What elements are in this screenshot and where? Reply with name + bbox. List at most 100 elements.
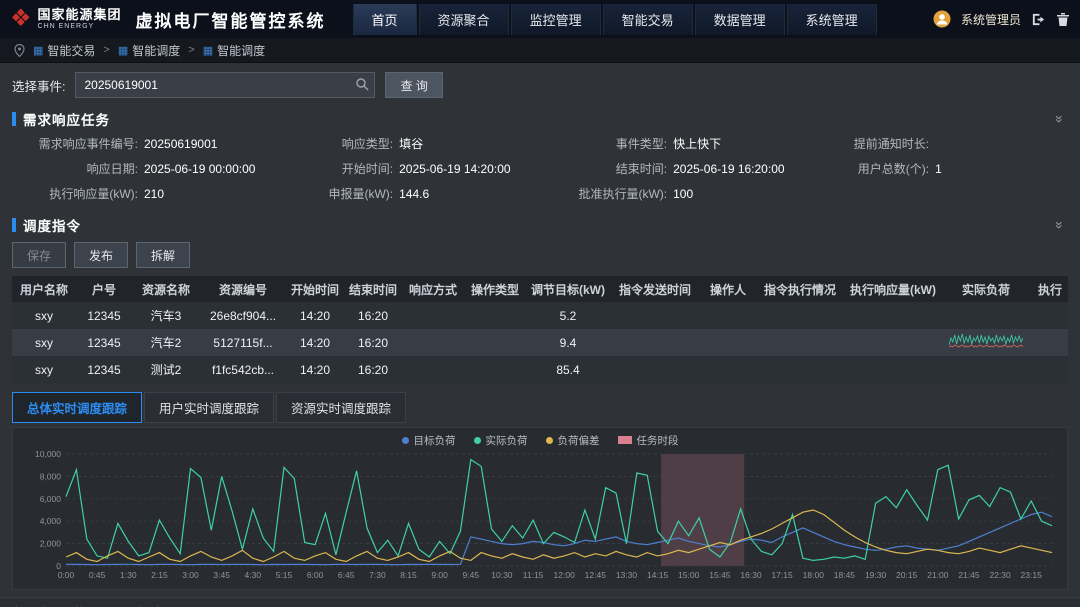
svg-text:20:15: 20:15 — [896, 570, 918, 580]
svg-text:2,000: 2,000 — [40, 539, 62, 549]
table-cell: 85.4 — [526, 363, 610, 377]
event-select-label: 选择事件: — [12, 76, 65, 95]
demand-field — [825, 182, 1068, 205]
svg-text:15:45: 15:45 — [709, 570, 731, 580]
module-grid-icon: ▦ — [33, 44, 43, 57]
table-cell: 汽车3 — [132, 307, 200, 324]
svg-text:18:45: 18:45 — [834, 570, 856, 580]
breadcrumb-separator: > — [103, 44, 109, 56]
nav-item-5[interactable]: 数据管理 — [695, 4, 785, 35]
svg-text:8,000: 8,000 — [40, 471, 62, 481]
svg-text:1:30: 1:30 — [120, 570, 137, 580]
field-label: 响应日期: — [12, 160, 138, 177]
breadcrumb: ▦智能交易 > ▦智能调度 > ▦智能调度 — [33, 42, 265, 59]
field-value: 快上快下 — [673, 135, 721, 152]
tab-3[interactable]: 资源实时调度跟踪 — [276, 392, 406, 423]
legend-item[interactable]: 任务时段 — [618, 433, 679, 448]
svg-text:13:30: 13:30 — [616, 570, 638, 580]
svg-text:6,000: 6,000 — [40, 494, 62, 504]
top-header: ❖ 国家能源集团 CHN ENERGY 虚拟电厂智能管控系统 首页资源聚合监控管… — [0, 0, 1080, 38]
nav-item-4[interactable]: 智能交易 — [603, 4, 693, 35]
dispatch-section-header: 调度指令 » — [12, 214, 1068, 236]
svg-text:10,000: 10,000 — [35, 449, 61, 459]
column-header: 户号 — [76, 281, 132, 298]
table-row[interactable]: sxy12345汽车25127115f...14:2016:209.4 — [12, 329, 1068, 356]
logout-icon[interactable] — [1031, 12, 1046, 27]
nav-item-1[interactable]: 首页 — [353, 4, 417, 35]
demand-field: 需求响应事件编号:20250619001 — [12, 132, 297, 155]
field-value: 100 — [673, 187, 693, 201]
svg-text:9:00: 9:00 — [431, 570, 448, 580]
legend-item[interactable]: 实际负荷 — [474, 433, 528, 448]
nav-item-2[interactable]: 资源聚合 — [419, 4, 509, 35]
query-row: 选择事件: 查 询 — [12, 71, 1068, 99]
demand-field: 结束时间:2025-06-19 16:20:00 — [561, 157, 825, 180]
collapse-demand-icon[interactable]: » — [1052, 115, 1068, 123]
nav-item-6[interactable]: 系统管理 — [787, 4, 877, 35]
search-icon[interactable] — [355, 77, 369, 96]
table-cell: 14:20 — [286, 363, 344, 377]
field-label: 执行响应量(kW): — [12, 185, 138, 202]
legend-item[interactable]: 负荷偏差 — [546, 433, 600, 448]
nav-item-3[interactable]: 监控管理 — [511, 4, 601, 35]
svg-text:15:00: 15:00 — [678, 570, 700, 580]
username-label: 系统管理员 — [961, 11, 1021, 28]
breadcrumb-item[interactable]: ▦智能调度 — [203, 42, 265, 59]
breadcrumb-item[interactable]: ▦智能交易 — [33, 42, 95, 59]
svg-text:5:15: 5:15 — [276, 570, 293, 580]
legend-item[interactable]: 目标负荷 — [402, 433, 456, 448]
location-pin-icon — [14, 44, 25, 57]
event-select-input[interactable] — [75, 72, 375, 98]
app-root: ❖ 国家能源集团 CHN ENERGY 虚拟电厂智能管控系统 首页资源聚合监控管… — [0, 0, 1080, 607]
demand-section-header: 需求响应任务 » — [12, 108, 1068, 130]
table-cell: f1fc542cb... — [200, 363, 286, 377]
svg-text:3:00: 3:00 — [182, 570, 199, 580]
field-label: 申报量(kW): — [297, 185, 393, 202]
breadcrumb-item[interactable]: ▦智能调度 — [118, 42, 180, 59]
table-cell — [942, 332, 1030, 353]
demand-field: 开始时间:2025-06-19 14:20:00 — [297, 157, 561, 180]
column-header: 实际负荷 — [942, 281, 1030, 298]
company-logo-icon: ❖ — [10, 7, 32, 31]
table-cell: 12345 — [76, 336, 132, 350]
table-header-row: 用户名称户号资源名称资源编号开始时间结束时间响应方式操作类型调节目标(kW)指令… — [12, 276, 1068, 302]
svg-text:21:45: 21:45 — [958, 570, 980, 580]
table-cell: 12345 — [76, 309, 132, 323]
table-cell: sxy — [12, 336, 76, 350]
demand-section-title: 需求响应任务 — [23, 109, 110, 129]
table-row[interactable]: sxy12345测试2f1fc542cb...14:2016:2085.4 — [12, 356, 1068, 383]
company-name: 国家能源集团 CHN ENERGY — [38, 8, 122, 30]
field-label: 批准执行量(kW): — [561, 185, 667, 202]
table-row[interactable]: sxy12345汽车326e8cf904...14:2016:205.2 — [12, 302, 1068, 329]
collapse-dispatch-icon[interactable]: » — [1052, 221, 1068, 229]
query-button[interactable]: 查 询 — [385, 72, 442, 98]
column-header: 执行 — [1030, 281, 1070, 298]
company-name-en: CHN ENERGY — [38, 23, 122, 30]
svg-text:4,000: 4,000 — [40, 516, 62, 526]
user-area: 系统管理员 — [933, 10, 1070, 28]
tracking-tabs: 总体实时调度跟踪用户实时调度跟踪资源实时调度跟踪 — [12, 392, 1068, 423]
svg-text:10:30: 10:30 — [491, 570, 513, 580]
column-header: 操作人 — [700, 281, 756, 298]
svg-text:23:15: 23:15 — [1021, 570, 1043, 580]
table-cell: 测试2 — [132, 361, 200, 378]
decompose-button[interactable]: 拆解 — [136, 242, 190, 268]
load-tracking-chart: 02,0004,0006,0008,00010,0000:000:451:302… — [22, 448, 1058, 582]
table-cell: 16:20 — [344, 363, 402, 377]
trash-icon[interactable] — [1056, 12, 1070, 27]
event-select-wrap — [75, 72, 375, 98]
publish-button[interactable]: 发布 — [74, 242, 128, 268]
dispatch-table: 用户名称户号资源名称资源编号开始时间结束时间响应方式操作类型调节目标(kW)指令… — [12, 276, 1068, 383]
svg-text:9:45: 9:45 — [463, 570, 480, 580]
section-accent-bar — [12, 218, 16, 232]
column-header: 响应方式 — [402, 281, 464, 298]
tab-2[interactable]: 用户实时调度跟踪 — [144, 392, 274, 423]
svg-text:4:30: 4:30 — [245, 570, 262, 580]
save-button[interactable]: 保存 — [12, 242, 66, 268]
tab-1[interactable]: 总体实时调度跟踪 — [12, 392, 142, 423]
demand-fields: 需求响应事件编号:20250619001响应类型:填谷事件类型:快上快下提前通知… — [12, 132, 1068, 205]
breadcrumb-separator: > — [188, 44, 194, 56]
demand-field: 响应日期:2025-06-19 00:00:00 — [12, 157, 297, 180]
field-label: 事件类型: — [561, 135, 667, 152]
column-header: 操作类型 — [464, 281, 526, 298]
